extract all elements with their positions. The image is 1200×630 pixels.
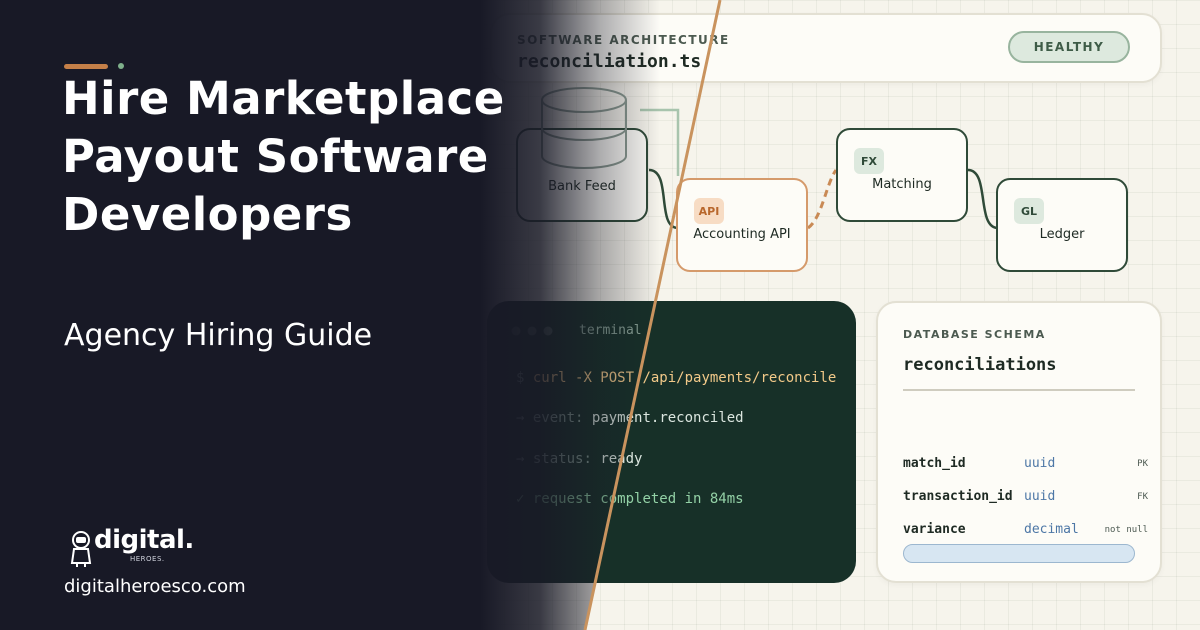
terminal-window [487, 301, 856, 583]
column-name: variance [903, 522, 966, 537]
column-type: uuid [1024, 456, 1056, 471]
terminal-key: event: [532, 410, 584, 426]
table-name: reconciliations [903, 355, 1057, 375]
window-dot [511, 326, 521, 336]
accent-bar [64, 64, 108, 69]
schema-row: variance decimal not null [903, 522, 1148, 542]
website-link[interactable]: digitalheroesco.com [64, 576, 246, 597]
schema-row: transaction_id uuid FK [903, 489, 1148, 509]
terminal-line: → event: payment.reconciled [516, 410, 744, 426]
node-label: Ledger [1039, 227, 1085, 242]
hero-banner: SOFTWARE ARCHITECTURE reconciliation.ts … [0, 0, 1200, 630]
check-symbol: ✓ [516, 491, 525, 507]
node-tag: API [694, 198, 724, 224]
terminal-line: $ curl -X POST /api/payments/reconcile [516, 370, 836, 386]
node-matching: FX Matching [836, 128, 968, 222]
schema-row: match_id uuid PK [903, 456, 1148, 476]
node-label: Bank Feed [548, 179, 616, 194]
brand-logo[interactable]: digital. HEROES. [68, 525, 228, 571]
terminal-line: ✓ request completed in 84ms [516, 491, 744, 507]
column-type: decimal [1024, 522, 1079, 537]
terminal-line: → status: ready [516, 451, 642, 467]
connector-bankfeed-api [648, 168, 679, 230]
terminal-value: payment.reconciled [591, 410, 744, 426]
divider [903, 389, 1135, 391]
astronaut-icon [70, 531, 92, 567]
schema-highlight-bar [903, 544, 1135, 563]
column-key: FK [1137, 492, 1148, 502]
terminal-key: status: [532, 451, 592, 467]
accent-dot [118, 63, 124, 69]
terminal-title: terminal [579, 323, 642, 338]
window-controls [511, 326, 553, 336]
prompt-symbol: $ [516, 370, 525, 386]
schema-section-label: DATABASE SCHEMA [903, 328, 1046, 341]
node-tag: GL [1014, 198, 1044, 224]
arrow-symbol: → [516, 451, 525, 467]
node-label: Matching [872, 177, 932, 192]
connector-matching-ledger [967, 168, 999, 230]
logo-wordmark: digital. [94, 525, 194, 555]
page-title: Hire Marketplace Payout Software Develop… [62, 72, 505, 241]
arrow-symbol: → [516, 410, 525, 426]
terminal-value: ready [600, 451, 643, 467]
connector-api-matching [806, 169, 838, 230]
column-key: not null [1104, 525, 1148, 535]
window-dot [527, 326, 537, 336]
node-ledger: GL Ledger [996, 178, 1128, 272]
page-subtitle: Agency Hiring Guide [64, 318, 373, 353]
node-tag: FX [854, 148, 884, 174]
node-label: Accounting API [693, 227, 791, 242]
logo-subtitle: HEROES. [130, 555, 165, 563]
column-type: uuid [1024, 489, 1056, 504]
window-dot [543, 326, 553, 336]
node-accounting-api: API Accounting API [676, 178, 808, 272]
column-name: transaction_id [903, 489, 1013, 504]
column-name: match_id [903, 456, 966, 471]
terminal-command: curl -X POST /api/payments/reconcile [532, 370, 837, 386]
database-icon [541, 87, 627, 169]
terminal-output: request completed in 84ms [532, 491, 744, 507]
column-key: PK [1137, 459, 1148, 469]
